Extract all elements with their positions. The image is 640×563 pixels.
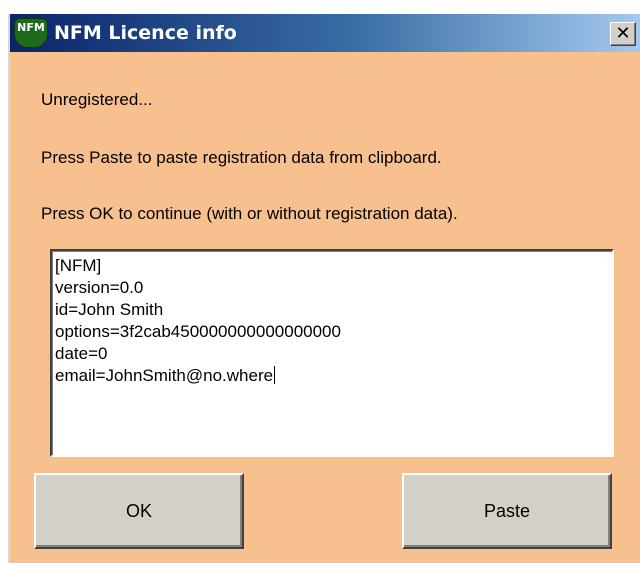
ok-instruction-text: Press OK to continue (with or without re… xyxy=(41,204,458,223)
nfm-app-icon: NFM xyxy=(14,18,48,48)
close-button[interactable]: ✕ xyxy=(610,22,636,46)
title-bar[interactable]: NFM NFM Licence info ✕ xyxy=(10,14,640,52)
close-icon: ✕ xyxy=(615,23,631,44)
registration-line-last: email=JohnSmith@no.where xyxy=(55,365,609,387)
text-caret xyxy=(274,366,276,384)
registration-line-text: email=JohnSmith@no.where xyxy=(55,366,274,385)
registration-line: id=John Smith xyxy=(55,300,164,319)
paste-button[interactable]: Paste xyxy=(402,473,612,549)
registration-line: [NFM] xyxy=(55,256,102,275)
app-icon-text: NFM xyxy=(17,21,45,34)
paste-instruction-text: Press Paste to paste registration data f… xyxy=(41,148,442,167)
registration-line: options=3f2cab450000000000000000 xyxy=(55,322,341,341)
paste-button-label: Paste xyxy=(483,500,531,521)
registration-data-textarea[interactable]: [NFM] version=0.0 id=John Smith options=… xyxy=(50,249,614,457)
ok-button-label: OK xyxy=(125,500,152,521)
window-title: NFM Licence info xyxy=(54,22,237,44)
ok-button[interactable]: OK xyxy=(34,473,244,549)
registration-line: date=0 xyxy=(55,344,108,363)
status-text: Unregistered... xyxy=(41,90,153,109)
registration-line: version=0.0 xyxy=(55,278,144,297)
licence-dialog: NFM NFM Licence info ✕ Unregistered... P… xyxy=(8,14,640,563)
